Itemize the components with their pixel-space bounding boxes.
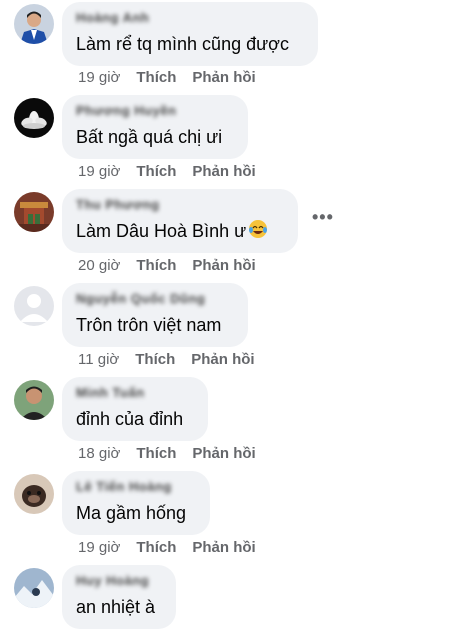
reply-button[interactable]: Phản hồi: [192, 444, 255, 464]
reply-button[interactable]: Phản hồi: [192, 68, 255, 88]
reply-button[interactable]: Phản hồi: [191, 350, 254, 370]
comment-bubble: Phương Huyền Bất ngầ quá chị ưi: [62, 95, 248, 159]
comment-text: an nhiệt à: [76, 597, 156, 617]
comment-actions: 20 giờ Thích Phản hồi: [78, 256, 272, 276]
comment-actions: 18 giờ Thích Phản hồi: [78, 444, 272, 464]
like-button[interactable]: Thích: [136, 256, 176, 276]
comment-bubble: Lê Tiến Hoàng Ma gầm hống: [62, 471, 210, 535]
comment-actions: 19 giờ Thích Phản hồi: [78, 162, 272, 182]
like-button[interactable]: Thích: [136, 538, 176, 558]
commenter-name[interactable]: Hoàng Anh: [76, 9, 304, 26]
commenter-name[interactable]: Phương Huyền: [76, 102, 234, 119]
comment-actions: 19 giờ Thích Phản hồi: [78, 538, 272, 558]
commenter-name[interactable]: Lê Tiến Hoàng: [76, 478, 196, 495]
avatar-pet-icon: [14, 474, 54, 514]
like-button[interactable]: Thích: [136, 68, 176, 88]
commenter-name[interactable]: Minh Tuấn: [76, 384, 194, 401]
reply-button[interactable]: Phản hồi: [192, 162, 255, 182]
comment-time[interactable]: 19 giờ: [78, 538, 120, 558]
comment-text: Bất ngầ quá chị ưi: [76, 127, 223, 147]
comment-time[interactable]: 20 giờ: [78, 256, 120, 276]
comment-bubble: Nguyễn Quốc Dũng Trôn trôn việt nam: [62, 283, 248, 347]
comment-time[interactable]: 19 giờ: [78, 68, 120, 88]
avatar[interactable]: [14, 4, 54, 44]
more-options-icon[interactable]: •••: [312, 207, 334, 228]
comment-text: Làm Dâu Hoà Bình ư: [76, 219, 284, 245]
comment-time[interactable]: 19 giờ: [78, 162, 120, 182]
avatar-snow-icon: [14, 568, 54, 608]
reply-button[interactable]: Phản hồi: [192, 538, 255, 558]
comment-actions: 11 giờ Thích Phản hồi: [78, 350, 271, 370]
commenter-name[interactable]: Huy Hoàng: [76, 572, 162, 589]
default-avatar-icon: [14, 286, 54, 326]
comment-bubble: Thu Phương Làm Dâu Hoà Bình ư: [62, 189, 298, 253]
avatar-man-suit-icon: [14, 4, 54, 44]
like-button[interactable]: Thích: [136, 444, 176, 464]
avatar[interactable]: [14, 380, 54, 420]
avatar-man-icon: [14, 380, 54, 420]
avatar[interactable]: [14, 474, 54, 514]
comment-bubble: Hoàng Anh Làm rể tq mình cũng được: [62, 2, 318, 66]
avatar[interactable]: [14, 286, 54, 326]
avatar[interactable]: [14, 568, 54, 608]
comment-actions: 19 giờ Thích Phản hồi: [78, 68, 272, 88]
avatar-lotus-icon: [14, 98, 54, 138]
comment-bubble: Huy Hoàng an nhiệt à: [62, 565, 176, 629]
avatar[interactable]: [14, 192, 54, 232]
comment-text-content: Làm Dâu Hoà Bình ư: [76, 221, 247, 241]
comment-time[interactable]: 18 giờ: [78, 444, 120, 464]
comment-text: đỉnh của đỉnh: [76, 409, 184, 429]
comment-text: Ma gầm hống: [76, 503, 187, 523]
comment-text: Làm rể tq mình cũng được: [76, 34, 289, 54]
like-button[interactable]: Thích: [136, 162, 176, 182]
avatar-temple-icon: [14, 192, 54, 232]
laughing-tears-emoji-icon: [248, 219, 268, 245]
commenter-name[interactable]: Thu Phương: [76, 196, 284, 213]
commenter-name[interactable]: Nguyễn Quốc Dũng: [76, 290, 234, 307]
comment-text: Trôn trôn việt nam: [76, 315, 222, 335]
comment-time[interactable]: 11 giờ: [78, 350, 119, 370]
like-button[interactable]: Thích: [135, 350, 175, 370]
reply-button[interactable]: Phản hồi: [192, 256, 255, 276]
avatar[interactable]: [14, 98, 54, 138]
comment-bubble: Minh Tuấn đỉnh của đỉnh: [62, 377, 208, 441]
